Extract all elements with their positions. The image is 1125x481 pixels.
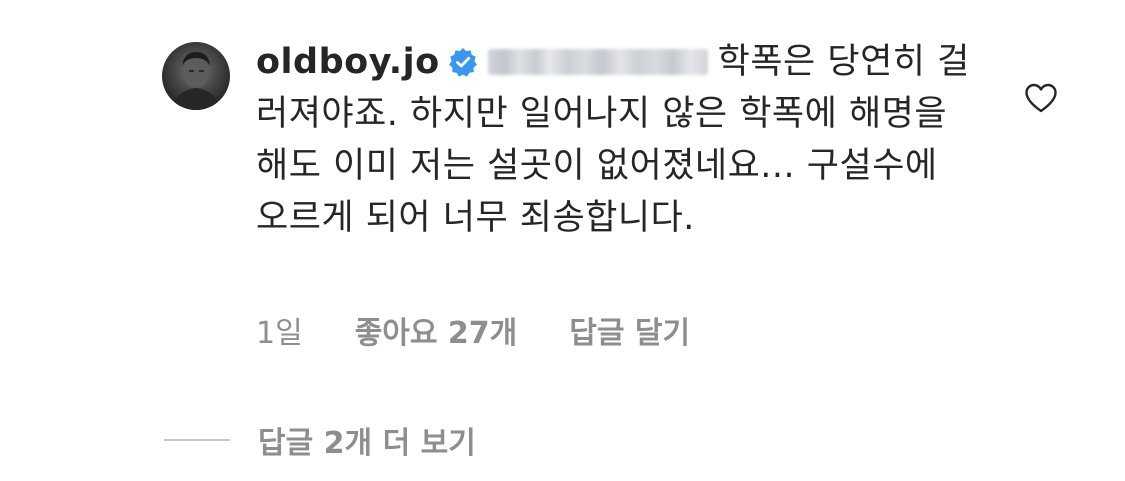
comment-item: oldboy.jo 학폭은 당연히 걸러져야죠. 하지만 일어나지 않은 학폭에 … — [0, 0, 1125, 481]
replies-divider-line — [164, 439, 230, 441]
avatar[interactable] — [162, 42, 230, 110]
reply-button[interactable]: 답글 달기 — [569, 308, 690, 352]
blurred-mention — [487, 49, 708, 75]
heart-outline-icon[interactable] — [1024, 82, 1058, 114]
comment-time: 1일 — [256, 316, 303, 351]
comment-meta: 1일 좋아요 27개 답글 달기 — [256, 308, 690, 352]
verified-badge-icon — [448, 40, 478, 77]
likes-count-link[interactable]: 좋아요 27개 — [355, 308, 518, 352]
view-more-replies-label: 답글 2개 더 보기 — [258, 426, 476, 461]
comment-body: oldboy.jo 학폭은 당연히 걸러져야죠. 하지만 일어나지 않은 학폭에 … — [256, 36, 976, 244]
view-more-replies-button[interactable]: 답글 2개 더 보기 — [164, 418, 476, 462]
avatar-portrait — [172, 52, 220, 110]
username-link[interactable]: oldboy.jo — [256, 42, 440, 82]
